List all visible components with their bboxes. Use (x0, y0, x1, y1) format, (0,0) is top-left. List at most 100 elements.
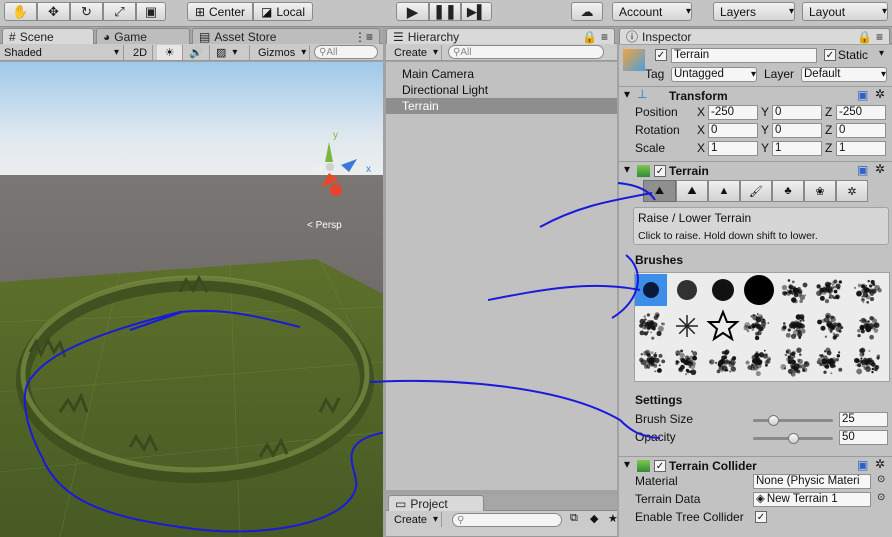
rotation-y-axis-label[interactable]: Y (761, 123, 769, 137)
paint-details-tool-button[interactable]: ❀ (804, 180, 836, 202)
project-search-input[interactable]: ⚲ (452, 513, 562, 527)
hierarchy-item-selected[interactable]: Terrain (386, 98, 617, 114)
foldout-arrow-icon[interactable]: ▾ (624, 87, 630, 101)
gear-icon[interactable]: ✲ (875, 87, 885, 101)
opacity-slider-thumb[interactable] (788, 433, 799, 444)
paint-height-tool-button[interactable]: ⛰ (676, 180, 708, 202)
position-x-field[interactable]: -250 (708, 105, 758, 120)
gear-icon[interactable]: ✲ (875, 457, 885, 471)
rotation-y-field[interactable]: 0 (772, 123, 822, 138)
tab-scene[interactable]: # Scene (2, 28, 94, 44)
hierarchy-item[interactable]: Main Camera (386, 66, 617, 82)
help-icon[interactable]: ▣ (857, 458, 868, 472)
scale-x-axis-label[interactable]: X (697, 141, 705, 155)
layout-dropdown[interactable]: Layout (802, 2, 888, 21)
tab-hierarchy[interactable]: ☰ Hierarchy 🔒 ≡ (386, 28, 615, 44)
lighting-toggle[interactable]: ☀ (157, 45, 183, 60)
brush-swatch[interactable] (781, 314, 806, 339)
brush-size-field[interactable]: 25 (839, 412, 888, 427)
move-tool-button[interactable]: ✥ (37, 2, 70, 21)
object-picker-icon[interactable]: ⊙ (877, 474, 885, 485)
brush-grid-canvas[interactable] (635, 273, 891, 383)
static-dropdown[interactable]: ▾ (879, 48, 884, 59)
foldout-arrow-icon[interactable]: ▾ (624, 162, 630, 176)
rect-tool-button[interactable]: ▣ (136, 2, 166, 21)
scale-z-axis-label[interactable]: Z (825, 141, 832, 155)
help-icon[interactable]: ▣ (857, 163, 868, 177)
brush-grid[interactable] (634, 272, 890, 382)
brush-swatch[interactable] (676, 315, 698, 337)
collab-button[interactable]: ☁ (571, 2, 603, 21)
brush-swatch[interactable] (745, 349, 771, 377)
brush-swatch[interactable] (743, 313, 770, 341)
filter-label-icon[interactable]: ◆ (590, 512, 598, 525)
audio-toggle[interactable]: 🔊 (183, 45, 210, 60)
brush-swatch[interactable] (709, 349, 737, 374)
rotation-x-field[interactable]: 0 (708, 123, 758, 138)
layer-dropdown[interactable]: Default (801, 67, 887, 82)
position-y-field[interactable]: 0 (772, 105, 822, 120)
lock-icon[interactable]: 🔒 (582, 30, 597, 44)
position-y-axis-label[interactable]: Y (761, 105, 769, 119)
rotation-z-axis-label[interactable]: Z (825, 123, 832, 137)
brush-swatch[interactable] (853, 279, 882, 304)
position-z-axis-label[interactable]: Z (825, 105, 832, 119)
pivot-local-button[interactable]: ◪ Local (253, 2, 313, 21)
scale-y-field[interactable]: 1 (772, 141, 822, 156)
raise-lower-tool-button[interactable]: ⛰ (643, 180, 676, 202)
terrain-header[interactable]: ▾ ✓ Terrain ▣ ✲ (619, 161, 892, 179)
tab-project[interactable]: ▭ Project (388, 495, 484, 511)
favorite-icon[interactable]: ★ (608, 512, 618, 525)
layers-dropdown[interactable]: Layers (713, 2, 795, 21)
brush-swatch[interactable] (675, 349, 698, 376)
rotate-tool-button[interactable]: ↻ (70, 2, 103, 21)
scale-y-axis-label[interactable]: Y (761, 141, 769, 155)
tab-game[interactable]: ◕ Game (96, 28, 190, 44)
brush-swatch[interactable] (677, 280, 697, 300)
gizmos-dropdown[interactable]: Gizmos (254, 45, 310, 60)
scale-tool-button[interactable]: ⤢ (103, 2, 136, 21)
terrain-settings-tool-button[interactable]: ✲ (836, 180, 868, 202)
rotation-x-axis-label[interactable]: X (697, 123, 705, 137)
material-field[interactable]: None (Physic Materi (753, 474, 871, 489)
brush-swatch[interactable] (712, 279, 734, 301)
foldout-arrow-icon[interactable]: ▾ (624, 457, 630, 471)
brush-size-slider[interactable] (753, 415, 833, 426)
scene-search-input[interactable]: ⚲ All (314, 45, 378, 59)
opacity-slider[interactable] (753, 433, 833, 444)
scene-viewport[interactable]: y x < Persp (0, 62, 383, 537)
brush-swatch[interactable] (780, 347, 810, 377)
account-dropdown[interactable]: Account (612, 2, 692, 21)
play-button[interactable]: ▶ (396, 2, 429, 21)
scene-view[interactable]: y x < Persp (0, 62, 383, 537)
terrain-collider-header[interactable]: ▾ ✓ Terrain Collider ▣ ✲ (619, 456, 892, 474)
brush-swatch[interactable] (706, 309, 740, 342)
panel-menu-icon[interactable]: ⋮≡ (354, 30, 373, 44)
projection-label[interactable]: < Persp (307, 220, 342, 231)
hierarchy-search-input[interactable]: ⚲ All (448, 45, 604, 59)
project-create-dropdown[interactable]: Create (390, 512, 442, 527)
object-name-field[interactable]: Terrain (671, 48, 817, 63)
opacity-field[interactable]: 50 (839, 430, 888, 445)
tab-asset-store[interactable]: ▤ Asset Store ⋮≡ (192, 28, 380, 44)
brush-swatch[interactable] (816, 347, 843, 375)
brush-swatch[interactable] (635, 274, 667, 306)
brush-swatch[interactable] (744, 275, 774, 305)
gear-icon[interactable]: ✲ (875, 162, 885, 176)
pause-button[interactable]: ❚❚ (429, 2, 461, 21)
brush-swatch[interactable] (639, 312, 666, 340)
tag-dropdown[interactable]: Untagged (671, 67, 757, 82)
tab-inspector[interactable]: ⓘ Inspector 🔒 ≡ (619, 28, 890, 44)
position-x-axis-label[interactable]: X (697, 105, 705, 119)
scale-z-field[interactable]: 1 (836, 141, 886, 156)
active-checkbox[interactable]: ✓ (655, 49, 667, 61)
object-picker-icon[interactable]: ⊙ (877, 492, 885, 503)
brush-swatch[interactable] (639, 349, 666, 373)
filter-type-icon[interactable]: ⧉ (570, 512, 578, 525)
hand-tool-button[interactable]: ✋ (4, 2, 37, 21)
position-z-field[interactable]: -250 (836, 105, 886, 120)
hierarchy-item[interactable]: Directional Light (386, 82, 617, 98)
smooth-height-tool-button[interactable]: ▲ (708, 180, 740, 202)
scale-x-field[interactable]: 1 (708, 141, 758, 156)
lock-icon[interactable]: 🔒 (857, 30, 872, 44)
